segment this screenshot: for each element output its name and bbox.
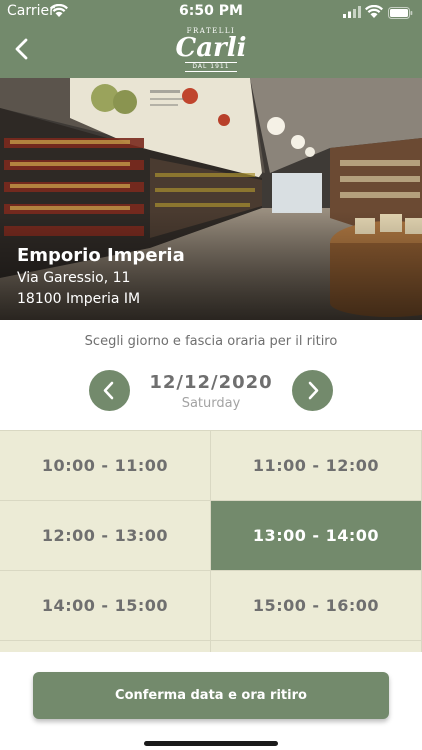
selected-weekday: Saturday [181, 396, 241, 411]
time-slot[interactable]: 15:00 - 16:00 [211, 571, 422, 641]
time-slot[interactable]: 12:00 - 13:00 [0, 501, 211, 571]
store-address-line1: Via Garessio, 11 [17, 270, 131, 286]
back-chevron-icon[interactable] [8, 32, 38, 66]
confirm-pickup-button[interactable]: Conferma data e ora ritiro [33, 672, 389, 719]
selected-date: 12/12/2020 [149, 372, 273, 393]
next-day-button[interactable] [292, 370, 333, 411]
time-slot-grid: 10:00 - 11:00 11:00 - 12:00 12:00 - 13:0… [0, 430, 422, 652]
logo-name-text: Carli [175, 33, 247, 63]
time-slot[interactable]: 14:00 - 15:00 [0, 571, 211, 641]
time-slot-partial[interactable] [0, 641, 211, 652]
app-header: Carrier 6:50 PM FRATELLI Carli DAL 1911 [0, 0, 422, 78]
time-slot[interactable]: 10:00 - 11:00 [0, 431, 211, 501]
time-slot[interactable]: 13:00 - 14:00 [211, 501, 422, 571]
time-slot[interactable]: 11:00 - 12:00 [211, 431, 422, 501]
date-picker: 12/12/2020 Saturday [0, 366, 422, 422]
instructions-text: Scegli giorno e fascia oraria per il rit… [84, 334, 338, 349]
wifi-icon [365, 5, 383, 18]
battery-icon [388, 7, 413, 19]
footer: Conferma data e ora ritiro [0, 652, 422, 750]
brand-logo: FRATELLI Carli DAL 1911 [171, 27, 251, 72]
store-address-line2: 18100 Imperia IM [17, 291, 141, 307]
store-name: Emporio Imperia [17, 245, 185, 266]
time-slot-partial[interactable] [211, 641, 422, 652]
chevron-right-icon [308, 381, 319, 400]
status-bar: Carrier 6:50 PM [0, 0, 422, 24]
signal-icon [343, 6, 361, 18]
logo-bottom-text: DAL 1911 [185, 62, 237, 72]
home-indicator [144, 741, 278, 746]
